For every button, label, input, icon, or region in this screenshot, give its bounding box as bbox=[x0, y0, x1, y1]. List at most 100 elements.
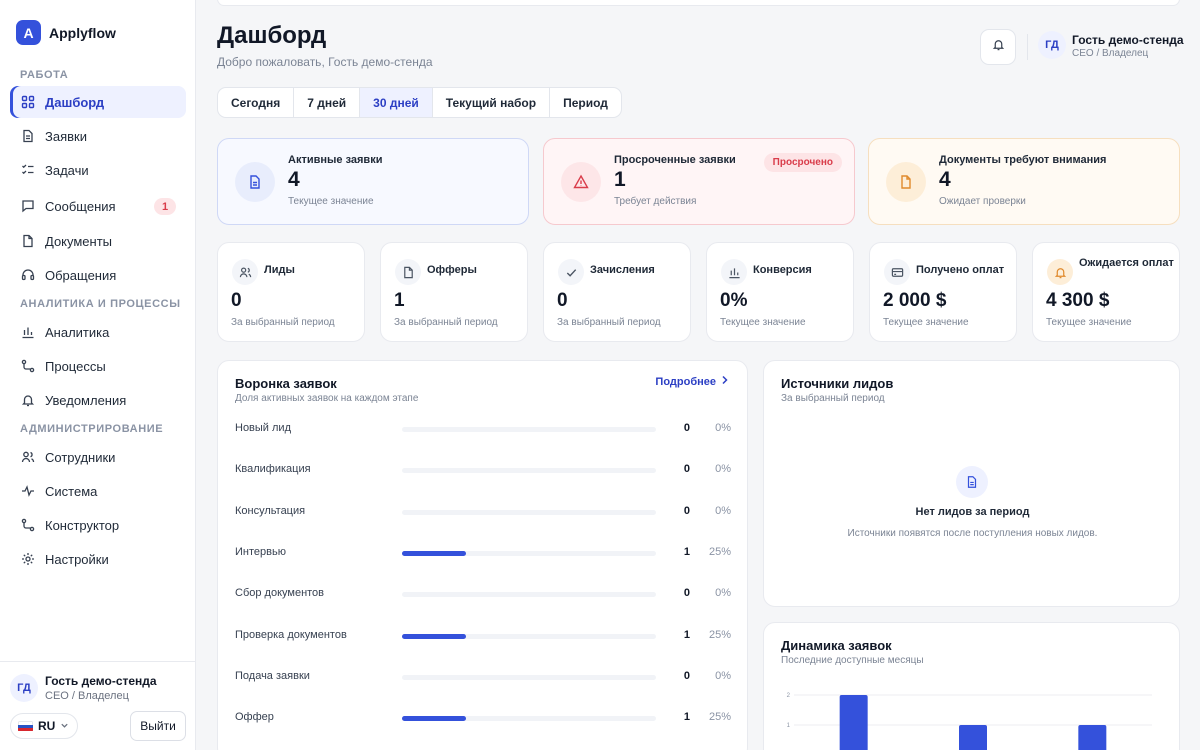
active-applications-card[interactable]: Активные заявки 4 Текущее значение bbox=[217, 138, 529, 225]
period-selector: Сегодня 7 дней 30 дней Текущий набор Пер… bbox=[217, 87, 622, 118]
avatar[interactable]: ГД bbox=[1038, 31, 1066, 59]
funnel-progress-track bbox=[402, 468, 656, 474]
empty-state-subtitle: Источники появятся после поступления нов… bbox=[847, 528, 1098, 539]
period-tab-30-days[interactable]: 30 дней bbox=[360, 88, 433, 117]
applications-dynamics-panel: Динамика заявок Последние доступные меся… bbox=[763, 622, 1180, 750]
sidebar-footer: ГД Гость демо-стенда CEO / Владелец RU В… bbox=[0, 661, 196, 750]
funnel-stage-percent: 0% bbox=[715, 422, 731, 434]
message-icon bbox=[21, 199, 35, 213]
metric-title: Получено оплат bbox=[916, 264, 1005, 276]
funnel-progress-track bbox=[402, 716, 656, 722]
sidebar-item-requests[interactable]: Обращения bbox=[10, 259, 186, 291]
sidebar-item-label: Система bbox=[45, 483, 98, 499]
sidebar-item-label: Уведомления bbox=[45, 392, 127, 408]
metric-card-conversion[interactable]: Конверсия 0% Текущее значение bbox=[706, 242, 854, 342]
funnel-progress-track bbox=[402, 427, 656, 432]
chart-bar[interactable] bbox=[1078, 725, 1107, 750]
header-user-name[interactable]: Гость демо-стенда bbox=[1072, 33, 1184, 47]
metric-card-enrollments[interactable]: Зачисления 0 За выбранный период bbox=[543, 242, 691, 342]
page-title: Дашборд bbox=[217, 22, 327, 49]
language-select[interactable]: RU bbox=[10, 713, 78, 739]
funnel-stage-label: Новый лид bbox=[235, 422, 291, 434]
funnel-stage-percent: 25% bbox=[708, 545, 731, 558]
overdue-applications-card[interactable]: Просроченные заявки 1 Требует действия П… bbox=[543, 138, 855, 225]
metric-title: Конверсия bbox=[753, 264, 812, 276]
sidebar-item-messages[interactable]: Сообщения 1 bbox=[10, 190, 186, 222]
chart-bar[interactable] bbox=[959, 725, 987, 750]
funnel-row: Консультация 0 0% bbox=[235, 502, 731, 522]
metric-card-payments-expected[interactable]: Ожидается оплат 4 300 $ Текущее значение bbox=[1032, 242, 1180, 342]
documents-attention-card[interactable]: Документы требуют внимания 4 Ожидает про… bbox=[868, 138, 1180, 225]
funnel-stage-label: Квалификация bbox=[235, 463, 311, 476]
funnel-subtitle: Доля активных заявок на каждом этапе bbox=[235, 393, 419, 404]
sidebar-item-processes[interactable]: Процессы bbox=[10, 350, 186, 382]
sidebar-item-label: Дашборд bbox=[45, 94, 105, 110]
file-icon bbox=[956, 466, 988, 498]
funnel-stage-label: Оффер bbox=[235, 711, 274, 724]
grid-icon bbox=[21, 95, 35, 109]
sidebar-item-settings[interactable]: Настройки bbox=[10, 543, 186, 575]
empty-state-title: Нет лидов за период bbox=[915, 506, 1030, 518]
page-subtitle: Добро пожаловать, Гость демо-стенда bbox=[217, 55, 433, 69]
metric-subtitle: За выбранный период bbox=[557, 317, 661, 328]
funnel-stage-percent: 25% bbox=[708, 711, 731, 724]
funnel-row: Интервью 1 25% bbox=[235, 543, 731, 563]
bar-chart-icon bbox=[721, 259, 747, 285]
more-link-label: Подробнее bbox=[655, 375, 716, 388]
dynamics-bar-chart: 21 bbox=[787, 693, 1152, 750]
metric-title: Зачисления bbox=[590, 264, 655, 276]
sidebar-user-role: CEO / Владелец bbox=[45, 690, 129, 702]
funnel-stage-percent: 25% bbox=[708, 628, 731, 641]
top-strip bbox=[217, 0, 1180, 6]
sidebar-item-analytics[interactable]: Аналитика bbox=[10, 316, 186, 348]
metric-value: 0 bbox=[557, 290, 568, 311]
funnel-stage-percent: 0% bbox=[715, 669, 731, 682]
period-tab-custom[interactable]: Период bbox=[550, 88, 621, 117]
metric-value: 0 bbox=[231, 290, 242, 311]
activity-icon bbox=[21, 484, 35, 498]
sidebar-item-tasks[interactable]: Задачи bbox=[10, 154, 186, 186]
metric-value: 0% bbox=[720, 290, 748, 311]
sidebar-item-dashboard[interactable]: Дашборд bbox=[10, 86, 186, 118]
period-tab-7-days[interactable]: 7 дней bbox=[294, 88, 361, 117]
card-icon bbox=[884, 259, 910, 285]
funnel-stage-count: 0 bbox=[683, 422, 690, 434]
file-icon bbox=[235, 162, 275, 202]
sidebar-item-constructor[interactable]: Конструктор bbox=[10, 509, 186, 541]
language-code: RU bbox=[38, 719, 56, 733]
metric-card-offers[interactable]: Офферы 1 За выбранный период bbox=[380, 242, 528, 342]
chevron-down-icon bbox=[60, 719, 69, 733]
sidebar-item-label: Документы bbox=[45, 233, 113, 249]
sidebar-item-documents[interactable]: Документы bbox=[10, 225, 186, 257]
notifications-button[interactable] bbox=[980, 29, 1016, 65]
funnel-stage-count: 1 bbox=[683, 628, 690, 641]
avatar[interactable]: ГД bbox=[10, 674, 38, 702]
funnel-more-link[interactable]: Подробнее bbox=[655, 375, 729, 388]
funnel-stage-label: Подача заявки bbox=[235, 669, 310, 682]
brand[interactable]: A Applyflow bbox=[16, 20, 116, 45]
funnel-stage-count: 0 bbox=[683, 504, 690, 517]
metric-subtitle: За выбранный период bbox=[231, 317, 335, 328]
metric-title: Офферы bbox=[427, 264, 477, 276]
sidebar-item-system[interactable]: Система bbox=[10, 475, 186, 507]
gear-icon bbox=[21, 552, 35, 566]
sidebar-item-notifications[interactable]: Уведомления bbox=[10, 384, 186, 416]
sidebar-item-label: Сотрудники bbox=[45, 449, 116, 465]
funnel-stage-label: Проверка документов bbox=[235, 628, 347, 641]
logout-button[interactable]: Выйти bbox=[130, 711, 186, 741]
sidebar-item-employees[interactable]: Сотрудники bbox=[10, 441, 186, 473]
funnel-progress-track bbox=[402, 550, 656, 556]
sidebar-item-label: Аналитика bbox=[45, 324, 110, 340]
sidebar-item-applications[interactable]: Заявки bbox=[10, 120, 186, 152]
chart-bar[interactable] bbox=[839, 695, 868, 750]
sidebar-item-label: Процессы bbox=[45, 358, 106, 374]
metric-card-leads[interactable]: Лиды 0 За выбранный период bbox=[217, 242, 365, 342]
metric-card-payments-received[interactable]: Получено оплат 2 000 $ Текущее значение bbox=[869, 242, 1017, 342]
chevron-right-icon bbox=[721, 375, 729, 388]
card-value: 1 bbox=[614, 168, 626, 191]
checklist-icon bbox=[21, 163, 35, 177]
period-tab-current-intake[interactable]: Текущий набор bbox=[433, 88, 551, 117]
nav-section-admin: АДМИНИСТРИРОВАНИЕ bbox=[20, 423, 164, 435]
sidebar: A Applyflow РАБОТА Дашборд Заявки Задачи… bbox=[0, 0, 196, 750]
period-tab-today[interactable]: Сегодня bbox=[218, 88, 295, 117]
